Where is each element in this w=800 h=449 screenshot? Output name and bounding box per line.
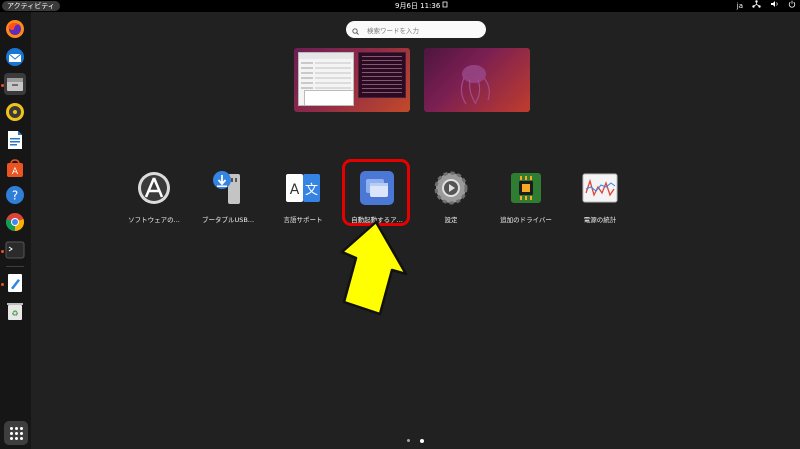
store-icon[interactable]: A (4, 157, 26, 179)
app-label: 設定 (444, 216, 458, 224)
show-apps-button[interactable] (4, 421, 28, 445)
language-support-icon: A文 (285, 170, 321, 206)
document-icon[interactable] (4, 129, 26, 151)
search-icon (352, 20, 359, 39)
top-bar: アクティビティ 9月6日 11:36 ja (0, 0, 800, 12)
app-additional-drivers[interactable]: 追加のドライバー (486, 170, 566, 224)
desktop: アクティビティ 9月6日 11:36 ja A ? ♻ 検索ワードを入力 ソフト… (0, 0, 800, 449)
activities-button[interactable]: アクティビティ (2, 1, 60, 11)
volume-icon[interactable] (770, 0, 779, 12)
app-software-updater[interactable]: ソフトウェアの... (114, 170, 194, 224)
running-indicator (1, 283, 4, 286)
search-placeholder: 検索ワードを入力 (367, 26, 419, 35)
workspace-1-thumbnail[interactable] (294, 48, 410, 112)
notification-icon (442, 0, 448, 12)
chrome-icon[interactable] (4, 211, 26, 233)
editor-icon[interactable] (4, 272, 26, 294)
trash-icon[interactable]: ♻ (4, 300, 26, 322)
app-usb-creator[interactable]: ブータブルUSB... (188, 170, 268, 224)
svg-text:?: ? (12, 189, 18, 203)
dock: A ? ♻ (0, 12, 31, 449)
workspace-2-thumbnail[interactable] (424, 48, 530, 112)
network-icon[interactable] (752, 0, 761, 12)
dock-separator (6, 266, 24, 267)
power-icon[interactable] (788, 0, 796, 12)
svg-text:A: A (12, 167, 19, 177)
arrow-annotation-icon (340, 220, 408, 316)
running-indicator (1, 84, 4, 87)
usb-creator-icon (210, 170, 246, 206)
jellyfish-wallpaper-icon (460, 65, 490, 105)
folder-icon[interactable] (4, 73, 26, 95)
clock[interactable]: 9月6日 11:36 (395, 0, 440, 12)
software-updater-icon (136, 170, 172, 206)
page-indicator-2[interactable] (420, 439, 424, 443)
highlight-box (342, 159, 410, 226)
svg-text:文: 文 (305, 183, 318, 198)
system-tray[interactable]: ja (737, 0, 796, 12)
power-stats-icon (582, 170, 618, 206)
music-icon[interactable] (4, 101, 26, 123)
svg-text:A: A (290, 182, 300, 198)
app-label: 電源の統計 (583, 216, 617, 224)
terminal-window-thumbnail[interactable] (358, 52, 406, 98)
mail-icon[interactable] (4, 46, 26, 68)
running-indicator (1, 250, 4, 253)
input-method-indicator[interactable]: ja (737, 0, 743, 12)
terminal-icon[interactable] (4, 239, 26, 261)
drivers-icon (508, 170, 544, 206)
help-icon[interactable]: ? (4, 184, 26, 206)
svg-text:♻: ♻ (11, 309, 18, 318)
app-power-statistics[interactable]: 電源の統計 (560, 170, 640, 224)
app-language-support[interactable]: A文 言語サポート (263, 170, 343, 224)
app-settings[interactable]: 設定 (411, 170, 491, 224)
search-input[interactable]: 検索ワードを入力 (346, 21, 486, 38)
settings-icon (433, 170, 469, 206)
firefox-icon[interactable] (4, 18, 26, 40)
window-thumbnail[interactable] (304, 90, 354, 106)
app-label: ソフトウェアの... (128, 216, 180, 224)
app-label: 追加のドライバー (500, 216, 552, 224)
page-indicator-1[interactable] (407, 439, 410, 442)
app-label: ブータブルUSB... (201, 216, 255, 224)
